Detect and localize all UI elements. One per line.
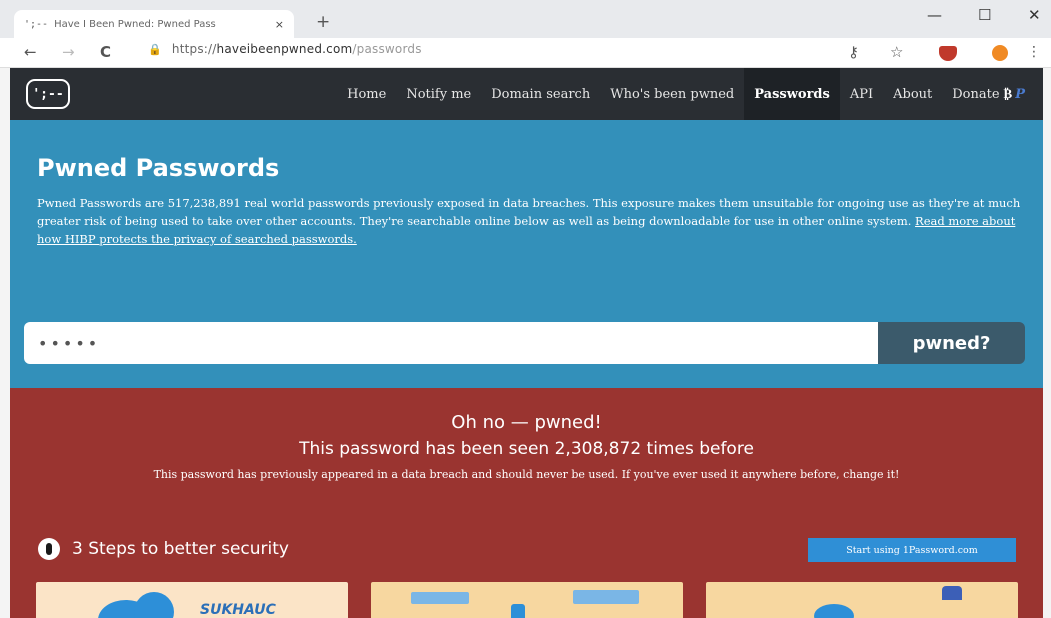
- browser-toolbar: ← → C 🔒 https://haveibeenpwned.com/passwo…: [0, 38, 1051, 68]
- nav-domain-search[interactable]: Domain search: [481, 68, 600, 120]
- lock-icon: 🔒: [148, 43, 162, 56]
- profile-avatar-icon[interactable]: [992, 45, 1008, 61]
- illustration-shape: [511, 604, 525, 618]
- url-scheme: https://: [171, 42, 217, 56]
- page-title: Pwned Passwords: [37, 154, 280, 182]
- url-host: haveibeenpwned.com: [216, 42, 353, 56]
- reload-icon[interactable]: C: [100, 43, 111, 61]
- hero-description-text: Pwned Passwords are 517,238,891 real wor…: [37, 196, 1021, 228]
- illustration-shape: [411, 592, 469, 604]
- site-logo[interactable]: ';--: [26, 79, 70, 109]
- start-1password-button[interactable]: Start using 1Password.com: [808, 538, 1016, 562]
- extension-shield-icon[interactable]: [939, 46, 957, 61]
- tab-close-icon[interactable]: ×: [275, 18, 284, 31]
- browser-tab[interactable]: ';-- Have I Been Pwned: Pwned Pass ×: [14, 10, 294, 38]
- close-window-button[interactable]: ✕: [1028, 6, 1041, 24]
- forward-arrow-icon[interactable]: →: [62, 43, 75, 61]
- bitcoin-icon: ₿: [1003, 87, 1013, 102]
- page-scrollbar[interactable]: [1043, 68, 1051, 618]
- pwned-search-button[interactable]: pwned?: [878, 322, 1025, 364]
- nav-api[interactable]: API: [840, 68, 883, 120]
- nav-whos-been-pwned[interactable]: Who's been pwned: [600, 68, 744, 120]
- maximize-button[interactable]: ☐: [978, 6, 991, 24]
- nav-about[interactable]: About: [883, 68, 942, 120]
- result-panel: Oh no — pwned! This password has been se…: [10, 388, 1043, 618]
- nav-donate-label: Donate: [952, 86, 1000, 102]
- step-card-3[interactable]: [706, 582, 1018, 618]
- steps-title: 3 Steps to better security: [72, 539, 289, 559]
- nav-passwords[interactable]: Passwords: [744, 68, 840, 120]
- illustration-shape: [134, 592, 174, 618]
- steps-header: 3 Steps to better security: [38, 538, 289, 560]
- password-search-input[interactable]: [24, 322, 880, 364]
- tab-title: Have I Been Pwned: Pwned Pass: [54, 18, 216, 30]
- key-icon[interactable]: ⚷: [848, 43, 859, 61]
- info-icon: [38, 538, 60, 560]
- paypal-icon: P: [1015, 86, 1025, 102]
- illustration-shape: [573, 590, 639, 604]
- browser-tab-bar: ';-- Have I Been Pwned: Pwned Pass × + —…: [0, 0, 1051, 38]
- minimize-button[interactable]: —: [927, 6, 942, 24]
- bookmark-star-icon[interactable]: ☆: [890, 43, 903, 61]
- address-bar[interactable]: 🔒 https://haveibeenpwned.com/passwords: [148, 42, 422, 56]
- step-card-1[interactable]: SUKHAUC: [36, 582, 348, 618]
- site-navbar: ';-- Home Notify me Domain search Who's …: [10, 68, 1043, 120]
- nav-home[interactable]: Home: [337, 68, 396, 120]
- card-illustration-text: SUKHAUC: [200, 602, 276, 618]
- new-tab-button[interactable]: +: [316, 12, 330, 32]
- alarm-bell-icon: [942, 586, 962, 600]
- browser-menu-icon[interactable]: ⋮: [1027, 44, 1041, 60]
- url-path: /passwords: [352, 42, 422, 56]
- result-heading: Oh no — pwned!: [451, 412, 602, 433]
- back-arrow-icon[interactable]: ←: [24, 43, 37, 61]
- illustration-shape: [814, 604, 854, 618]
- nav-donate[interactable]: Donate ₿ P: [942, 68, 1035, 120]
- nav-notify-me[interactable]: Notify me: [396, 68, 481, 120]
- hero-description: Pwned Passwords are 517,238,891 real wor…: [37, 194, 1022, 248]
- nav-links: Home Notify me Domain search Who's been …: [337, 68, 1035, 120]
- result-subheading: This password has been seen 2,308,872 ti…: [299, 439, 754, 459]
- tab-favicon-icon: ';--: [24, 18, 49, 30]
- step-card-2[interactable]: [371, 582, 683, 618]
- result-message: This password has previously appeared in…: [153, 468, 900, 481]
